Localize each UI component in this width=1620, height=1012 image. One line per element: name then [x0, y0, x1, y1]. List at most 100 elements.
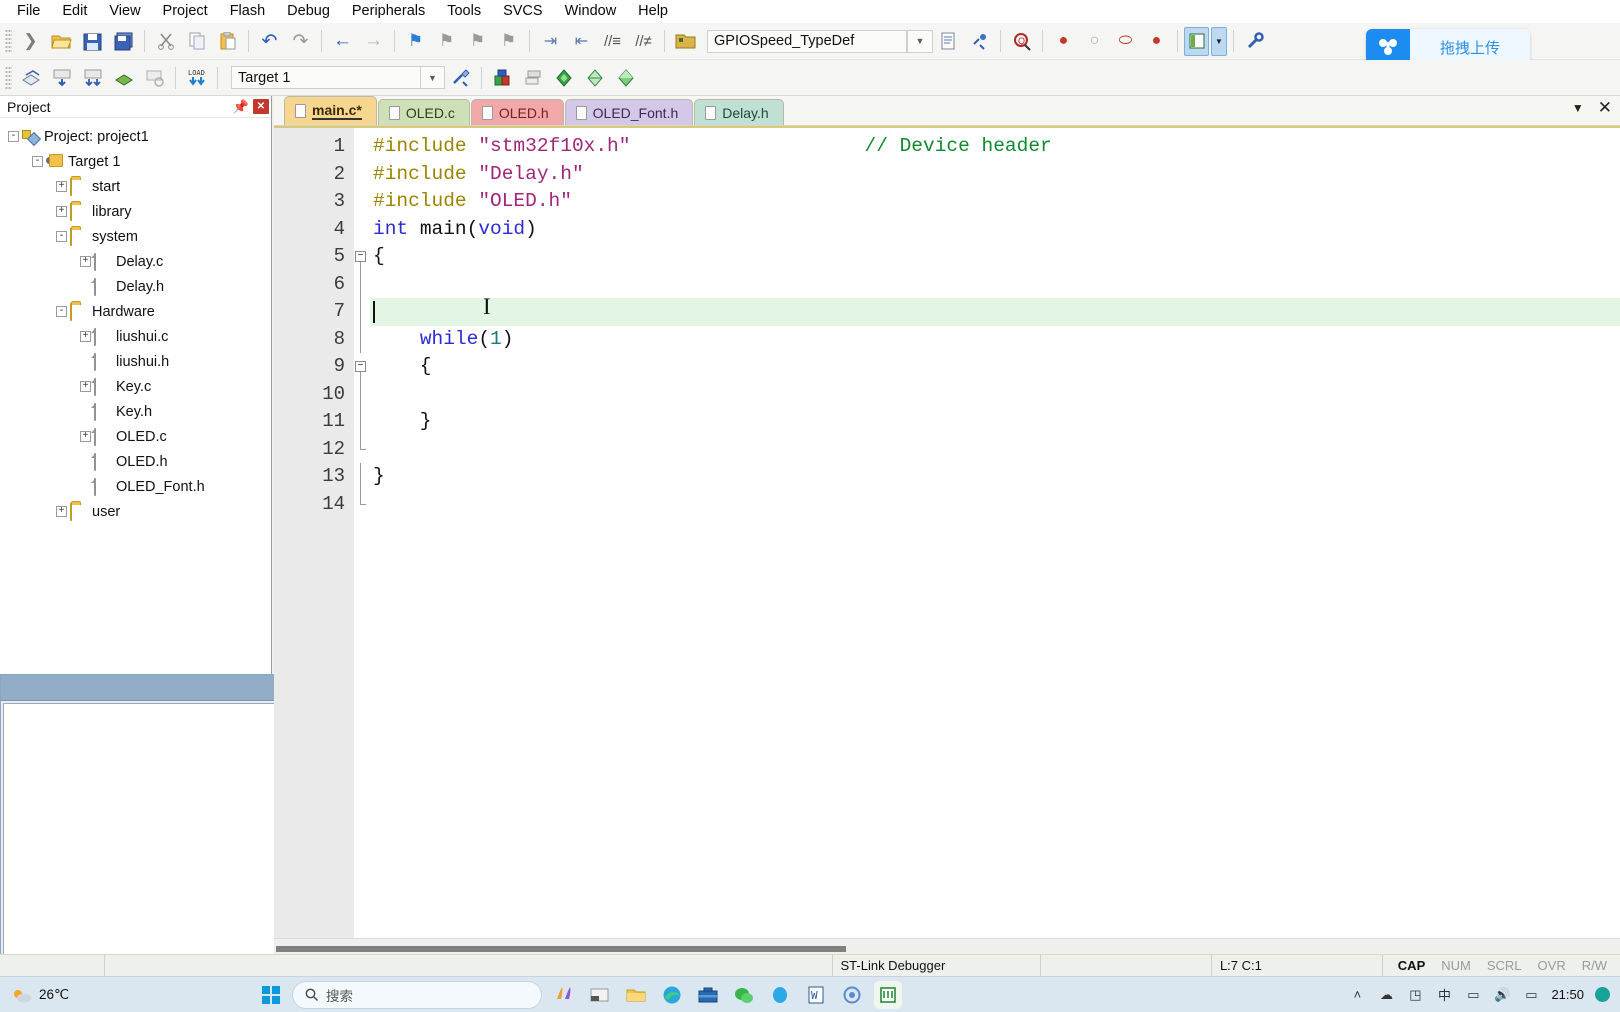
tree-item-liushui-c[interactable]: + liushui.c [8, 324, 271, 349]
target-selector[interactable]: Target 1 [231, 66, 421, 89]
download-button[interactable]: LOAD [182, 63, 211, 92]
navigate-forward-button[interactable]: → [359, 27, 388, 56]
code-line[interactable] [370, 271, 1620, 299]
expand-icon[interactable]: + [56, 181, 67, 192]
paste-button[interactable] [213, 27, 242, 56]
editor-tab-oled-font-h[interactable]: OLED_Font.h [564, 99, 694, 125]
menu-help[interactable]: Help [627, 1, 679, 21]
tree-item-liushui-h[interactable]: liushui.h [8, 349, 271, 374]
clear-bookmarks-button[interactable]: ⚑ [494, 27, 523, 56]
indent-button[interactable]: ⇥ [536, 27, 565, 56]
copy-button[interactable] [182, 27, 211, 56]
expand-icon[interactable]: + [80, 331, 91, 342]
volume-icon[interactable]: 🔊 [1493, 986, 1511, 1004]
target-selector-dropdown[interactable]: ▼ [421, 66, 445, 89]
open-file-button[interactable] [47, 27, 76, 56]
tree-item-project-project1[interactable]: - Project: project1 [8, 124, 271, 149]
wechat-button[interactable] [730, 981, 758, 1009]
battery-icon[interactable]: ▭ [1464, 986, 1482, 1004]
code-line[interactable]: } [370, 408, 1620, 436]
menu-project[interactable]: Project [152, 1, 219, 21]
chevron-down-icon[interactable]: ▼ [1572, 101, 1584, 115]
remove-breakpoint-button[interactable]: ○ [1080, 27, 1109, 56]
project-window-dropdown[interactable]: ▼ [1211, 26, 1227, 56]
collapse-icon[interactable]: - [56, 306, 67, 317]
function-combo-dropdown[interactable]: ▼ [907, 29, 933, 53]
code-folding-column[interactable]: − − [354, 128, 370, 938]
tree-item-user[interactable]: + user [8, 499, 271, 524]
file-explorer-button[interactable] [622, 981, 650, 1009]
toggle-bookmark-button[interactable]: ⚑ [401, 27, 430, 56]
menu-view[interactable]: View [98, 1, 151, 21]
windows-start-button[interactable] [258, 982, 284, 1008]
navigate-back-button[interactable]: ← [328, 27, 357, 56]
editor-tab-oled-h[interactable]: OLED.h [470, 99, 564, 125]
comment-button[interactable]: //≡ [598, 27, 627, 56]
close-icon[interactable]: ✕ [1598, 99, 1612, 116]
manage-project-items-button[interactable] [488, 63, 517, 92]
qq-button[interactable] [766, 981, 794, 1009]
disable-breakpoint-button[interactable]: ⬭ [1111, 27, 1140, 56]
pack-installer-button[interactable] [550, 63, 579, 92]
expand-icon[interactable]: + [80, 256, 91, 267]
undo-button[interactable]: ↶ [255, 27, 284, 56]
cloud-sync-icon[interactable]: ☁ [1377, 986, 1395, 1004]
code-line[interactable] [370, 491, 1620, 519]
manage-multi-project-button[interactable] [519, 63, 548, 92]
tree-item-oled-font-h[interactable]: OLED_Font.h [8, 474, 271, 499]
function-combo[interactable]: GPIOSpeed_TypeDef [707, 29, 907, 53]
tree-item-hardware[interactable]: - Hardware [8, 299, 271, 324]
word-button[interactable]: W [802, 981, 830, 1009]
collapse-icon[interactable]: - [8, 131, 19, 142]
menu-svcs[interactable]: SVCS [492, 1, 554, 21]
toolbar-grip[interactable] [5, 29, 12, 53]
fold-cell[interactable]: − [354, 243, 370, 271]
ime-icon[interactable]: 中 [1435, 986, 1453, 1004]
expand-icon[interactable]: + [56, 206, 67, 217]
task-view-button[interactable] [550, 981, 578, 1009]
new-file-button[interactable]: ❯ [16, 27, 45, 56]
configuration-wizard-button[interactable] [1240, 27, 1269, 56]
select-software-packs-button[interactable] [612, 63, 641, 92]
tree-item-delay-c[interactable]: + Delay.c [8, 249, 271, 274]
menu-tools[interactable]: Tools [436, 1, 492, 21]
notification-icon[interactable] [1595, 987, 1610, 1002]
tree-item-key-h[interactable]: Key.h [8, 399, 271, 424]
toolbox-button[interactable] [694, 981, 722, 1009]
widgets-button[interactable] [586, 981, 614, 1009]
find-in-files-button[interactable]: Q [1007, 27, 1036, 56]
code-line[interactable]: { [370, 353, 1620, 381]
taskbar-search-box[interactable]: 搜索 [292, 980, 542, 1009]
code-line[interactable]: #include "OLED.h" [370, 188, 1620, 216]
build-button[interactable] [47, 63, 76, 92]
outdent-button[interactable]: ⇤ [567, 27, 596, 56]
editor-tab-oled-c[interactable]: OLED.c [377, 99, 470, 125]
editor-tab-delay-h[interactable]: Delay.h [694, 99, 784, 125]
target-options-button[interactable] [446, 63, 475, 92]
code-text[interactable]: I #include "stm32f10x.h" // Device heade… [370, 128, 1620, 938]
prev-bookmark-button[interactable]: ⚑ [432, 27, 461, 56]
tree-item-system[interactable]: - system [8, 224, 271, 249]
code-line[interactable]: #include "stm32f10x.h" // Device header [370, 133, 1620, 161]
expand-icon[interactable]: + [80, 381, 91, 392]
code-line[interactable] [370, 436, 1620, 464]
code-line[interactable]: int main(void) [370, 216, 1620, 244]
code-line[interactable]: } [370, 463, 1620, 491]
tree-item-oled-h[interactable]: OLED.h [8, 449, 271, 474]
menu-file[interactable]: File [6, 1, 51, 21]
code-line[interactable]: { [370, 243, 1620, 271]
display-icon[interactable]: ▭ [1522, 986, 1540, 1004]
redo-button[interactable]: ↷ [286, 27, 315, 56]
open-folder-button[interactable] [671, 27, 700, 56]
kill-breakpoints-button[interactable]: ● [1142, 27, 1171, 56]
toolbar-grip[interactable] [5, 65, 12, 90]
code-editor[interactable]: 1 2 3 4 5 6 7 8 9 10 11 12 13 14 − − I #include "stm32… [274, 126, 1620, 960]
menu-window[interactable]: Window [554, 1, 628, 21]
build-output-titlebar[interactable]: ✕ [1, 675, 315, 701]
batch-build-button[interactable] [109, 63, 138, 92]
save-button[interactable] [78, 27, 107, 56]
edge-browser-button[interactable] [658, 981, 686, 1009]
menu-peripherals[interactable]: Peripherals [341, 1, 436, 21]
hidden-icons-icon[interactable]: ˄ [1348, 986, 1366, 1004]
collapse-icon[interactable]: - [32, 156, 43, 167]
